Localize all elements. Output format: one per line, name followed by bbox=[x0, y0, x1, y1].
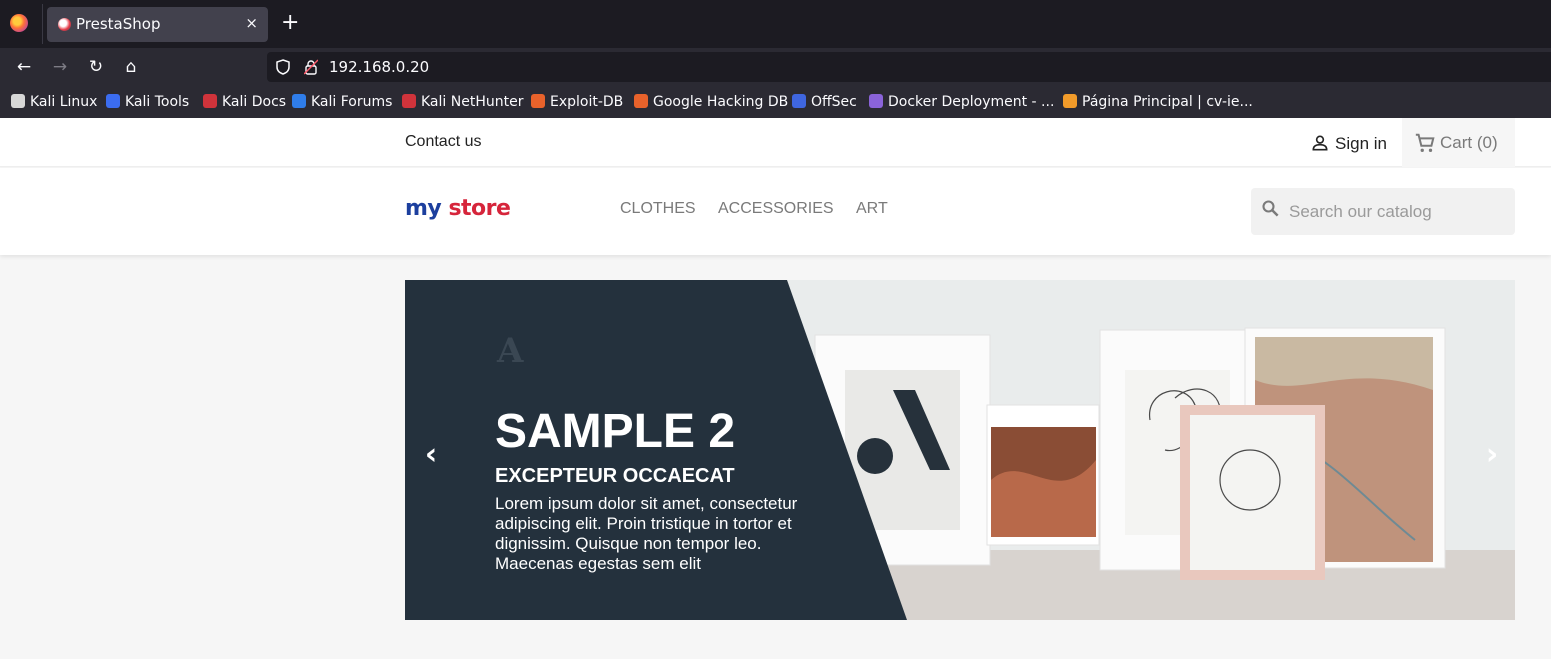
menu-clothes[interactable]: Clothes bbox=[620, 200, 696, 218]
search-box bbox=[1251, 188, 1515, 235]
home-button[interactable]: ⌂ bbox=[120, 56, 142, 78]
bookmark-label: Docker Deployment - ... bbox=[888, 94, 1055, 110]
carousel-prev-button[interactable]: ‹ bbox=[419, 440, 443, 470]
store-page: Contact us Sign in Cart (0) my store Clo… bbox=[0, 118, 1551, 659]
bookmark-label: Google Hacking DB bbox=[653, 94, 789, 110]
logo-word-my: my bbox=[405, 196, 442, 221]
kali-docs-icon bbox=[203, 94, 217, 108]
slide-subtitle: EXCEPTEUR OCCAECAT bbox=[495, 465, 735, 487]
docker-icon bbox=[869, 94, 883, 108]
tab-prestashop[interactable]: PrestaShop × bbox=[47, 7, 268, 42]
search-input[interactable] bbox=[1289, 200, 1504, 224]
bookmark-item[interactable]: Kali Tools bbox=[106, 93, 189, 111]
nethunter-icon bbox=[402, 94, 416, 108]
bookmark-label: Kali Linux bbox=[30, 94, 98, 110]
kali-tools-icon bbox=[106, 94, 120, 108]
back-button[interactable]: ← bbox=[13, 56, 35, 78]
bookmark-label: OffSec bbox=[811, 94, 857, 110]
bookmark-item[interactable]: Docker Deployment - ... bbox=[869, 93, 1054, 111]
forward-button[interactable]: → bbox=[49, 56, 71, 78]
offsec-icon bbox=[792, 94, 806, 108]
bookmark-item[interactable]: Kali NetHunter bbox=[402, 93, 523, 111]
contact-us-link[interactable]: Contact us bbox=[405, 133, 481, 151]
bookmark-label: Página Principal | cv-ie... bbox=[1082, 94, 1253, 110]
browser-nav-bar: ← → ↻ ⌂ 192.168.0.20 bbox=[0, 48, 1551, 86]
exploit-db-icon bbox=[531, 94, 545, 108]
menu-art[interactable]: Art bbox=[856, 200, 888, 218]
insecure-lock-icon[interactable] bbox=[304, 59, 318, 75]
cart-button[interactable]: Cart (0) bbox=[1402, 118, 1515, 167]
bookmark-label: Kali NetHunter bbox=[421, 94, 524, 110]
store-top-nav: Contact us Sign in Cart (0) bbox=[0, 118, 1551, 167]
slide-title: SAMPLE 2 bbox=[495, 405, 736, 458]
bookmark-label: Kali Docs bbox=[222, 94, 287, 110]
tracking-shield-icon[interactable] bbox=[276, 59, 290, 75]
bookmark-label: Kali Forums bbox=[311, 94, 393, 110]
ghdb-icon bbox=[634, 94, 648, 108]
user-icon bbox=[1312, 135, 1328, 151]
shopping-cart-icon bbox=[1415, 133, 1435, 152]
menu-accessories[interactable]: Accessories bbox=[718, 200, 834, 218]
store-header: my store Clothes Accessories Art bbox=[0, 168, 1551, 255]
tab-close-icon[interactable]: × bbox=[245, 14, 258, 32]
bookmark-item[interactable]: Kali Linux bbox=[11, 93, 97, 111]
bookmark-label: Exploit-DB bbox=[550, 94, 624, 110]
bookmark-item[interactable]: Kali Docs bbox=[203, 93, 286, 111]
address-bar[interactable]: 192.168.0.20 bbox=[267, 52, 1551, 82]
reload-button[interactable]: ↻ bbox=[85, 56, 107, 78]
kali-dragon-icon bbox=[11, 94, 25, 108]
bookmark-label: Kali Tools bbox=[125, 94, 190, 110]
cart-label: Cart (0) bbox=[1440, 133, 1498, 152]
url-text: 192.168.0.20 bbox=[329, 58, 430, 76]
bookmark-item[interactable]: Kali Forums bbox=[292, 93, 392, 111]
kali-forums-icon bbox=[292, 94, 306, 108]
bookmark-item[interactable]: OffSec bbox=[792, 93, 857, 111]
carousel-next-button[interactable]: › bbox=[1480, 440, 1504, 470]
hero-carousel: A SAMPLE 2 EXCEPTEUR OCCAECAT Lorem ipsu… bbox=[405, 280, 1515, 620]
prestashop-favicon-icon bbox=[58, 18, 71, 31]
firefox-icon[interactable] bbox=[10, 14, 28, 32]
tab-title: PrestaShop bbox=[76, 15, 161, 33]
bookmarks-bar: Kali Linux Kali Tools Kali Docs Kali Forums… bbox=[0, 86, 1551, 118]
bookmark-item[interactable]: Google Hacking DB bbox=[634, 93, 788, 111]
logo-word-store: store bbox=[448, 196, 511, 221]
sign-in-label: Sign in bbox=[1335, 134, 1387, 153]
bookmark-item[interactable]: Página Principal | cv-ie... bbox=[1063, 93, 1253, 111]
cv-icon bbox=[1063, 94, 1077, 108]
slide-caption: SAMPLE 2 EXCEPTEUR OCCAECAT Lorem ipsum … bbox=[495, 404, 835, 574]
search-icon[interactable] bbox=[1261, 199, 1281, 219]
new-tab-button[interactable]: + bbox=[281, 11, 299, 35]
browser-tab-bar: PrestaShop × + bbox=[0, 0, 1551, 48]
store-logo[interactable]: my store bbox=[405, 196, 511, 221]
slide-description: Lorem ipsum dolor sit amet, consectetur … bbox=[495, 494, 798, 573]
tab-separator bbox=[42, 4, 43, 44]
svg-text:A: A bbox=[496, 331, 524, 371]
bookmark-item[interactable]: Exploit-DB bbox=[531, 93, 623, 111]
